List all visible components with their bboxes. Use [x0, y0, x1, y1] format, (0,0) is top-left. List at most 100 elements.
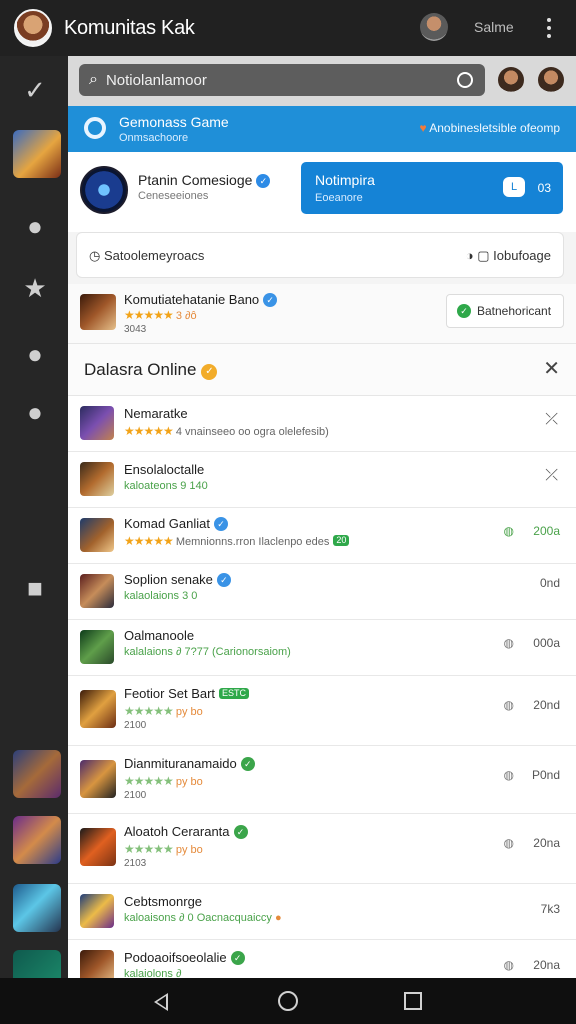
item-sub-text: py bo [175, 776, 203, 788]
item-name: Dianmituranamaido ✓ [124, 756, 255, 771]
comment-icon[interactable]: ● [13, 390, 57, 434]
user-avatar[interactable] [420, 13, 448, 41]
item-sub-text: 4 vnainseeo oo ogra olelefesib) [175, 426, 329, 438]
item-sub: ★★★★★ py bo [124, 842, 203, 856]
coin-icon: ● [274, 912, 282, 924]
app-root: Komunitas Kak Salme ✓ ● ★ ● ● ■ ⌕ Notiol… [0, 0, 576, 1024]
banner-right-text: Anobinesletsible ofeomp [429, 121, 560, 135]
item-sub: kalaolaions 3 0 [124, 590, 197, 602]
community-logo[interactable] [14, 9, 52, 47]
cta-title: Notimpira [315, 172, 375, 188]
avatar [80, 828, 116, 866]
promo-card: Ptanin Comesioge ✓ Ceneseeiones Notimpira… [68, 152, 576, 232]
game-thumbnail[interactable] [13, 750, 61, 798]
heart-icon: ♥ [419, 121, 427, 135]
clear-icon[interactable] [457, 72, 473, 88]
star-icon[interactable]: ★ [13, 266, 57, 310]
banner-subtitle: Onmsachoore [119, 132, 189, 144]
filter-left[interactable]: ◷ Satoolemeyroacs [89, 248, 204, 264]
app-title: Komunitas Kak [64, 16, 195, 39]
item-sub-text: kalaolaions 3 0 [124, 590, 198, 602]
check-icon: ✓ [457, 304, 471, 318]
status-icon: ◍ [503, 768, 514, 782]
game-thumbnail[interactable] [13, 816, 61, 864]
item-sub-text: kaloateons 9 140 [124, 480, 208, 492]
list-item[interactable]: Oalmanoole kalalaions ∂ 7?77 (Carionorsa… [68, 620, 576, 676]
item-tag: ESTC [219, 688, 250, 699]
member-avatar[interactable] [538, 67, 564, 93]
back-icon[interactable] [154, 993, 168, 1011]
list-item[interactable]: Nemaratke ★★★★★ 4 vnainseeo oo ogra olel… [68, 396, 576, 452]
item-sub-text: Memnionns.rron Ilaclenpo edes [175, 536, 330, 548]
avatar [80, 294, 116, 330]
chat-bubble-icon[interactable]: ● [13, 204, 57, 248]
filter-right-label: Iobufoage [493, 248, 551, 263]
dismiss-icon[interactable]: ⤫ [545, 411, 558, 429]
item-sub: ★★★★★ py bo [124, 704, 203, 718]
status-pill[interactable]: ✓ Batnehoricant [446, 294, 564, 328]
cta-pill: L [503, 177, 525, 197]
item-name: Nemaratke [124, 406, 188, 421]
status-icon: ◍ [503, 636, 514, 650]
filter-right[interactable]: ◑ ▢ Iobufoage [466, 248, 551, 264]
close-icon[interactable]: ✕ [543, 356, 560, 381]
search-input[interactable]: ⌕ Notiolanlamoor [79, 64, 485, 96]
home-icon[interactable] [278, 991, 298, 1011]
status-icon: ◍ [503, 836, 514, 850]
item-name: Cebtsmonrge [124, 894, 203, 909]
verified-icon: ✓ [240, 757, 255, 771]
list-item[interactable]: Aloatoh Ceraranta ✓ ★★★★★ py bo 2103 ◍ 20… [68, 814, 576, 884]
avatar [80, 630, 114, 664]
item-name-text: Feotior Set Bart [124, 686, 216, 701]
item-sub-text: kaloaisons ∂ 0 Oacnacquaiccy [124, 912, 272, 924]
item-sub: kaloaisons ∂ 0 Oacnacquaiccy ● [124, 912, 282, 924]
list-item[interactable]: Cebtsmonrge kaloaisons ∂ 0 Oacnacquaiccy… [68, 884, 576, 940]
list-item[interactable]: Podoaoifsoeolalie ✓ kalaiolons ∂ ◍ 20na [68, 940, 576, 978]
game-thumbnail[interactable] [13, 884, 61, 932]
feedback-icon[interactable]: ■ [13, 566, 57, 610]
message-icon[interactable]: ● [13, 332, 57, 376]
featured-row[interactable]: Komutiatehatanie Bano ✓ ★★★★★ 3 ∂ô 3043 ✓… [68, 284, 576, 344]
item-sub: kalaiolons ∂ [124, 968, 181, 978]
promo-cta-button[interactable]: Notimpira Eoeanore L 03 [301, 162, 563, 214]
promo-avatar[interactable] [80, 166, 128, 214]
check-icon[interactable]: ✓ [13, 68, 57, 112]
promo-name: Ptanin Comesioge ✓ [138, 172, 271, 188]
list-item[interactable]: Ensolaloctalle kaloateons 9 140 ⤫ [68, 452, 576, 508]
verified-icon: ✓ [233, 825, 248, 839]
game-thumbnail[interactable] [13, 130, 61, 178]
banner-title: Gemonass Game [119, 114, 229, 130]
cta-number: 03 [537, 181, 551, 195]
user-name[interactable]: Salme [474, 19, 514, 35]
filter-row[interactable]: ◷ Satoolemeyroacs ◑ ▢ Iobufoage [76, 232, 564, 278]
featured-sub: ★★★★★ 3 ∂ô [124, 308, 197, 322]
filter-left-label: Satoolemeyroacs [103, 248, 205, 263]
avatar [80, 406, 114, 440]
item-name-text: Komad Ganliat [124, 516, 210, 531]
item-name: Oalmanoole [124, 628, 195, 643]
item-name: Aloatoh Ceraranta ✓ [124, 824, 248, 839]
rating-stars: ★★★★★ [124, 774, 174, 788]
search-bar: ⌕ Notiolanlamoor [68, 56, 576, 106]
promo-name-text: Ptanin Comesioge [138, 172, 253, 188]
section-title-text: Dalasra Online [84, 360, 197, 379]
list-item[interactable]: Soplion senake ✓ kalaolaions 3 0 0nd [68, 564, 576, 620]
avatar [80, 950, 114, 978]
item-third: 2100 [124, 720, 147, 731]
recents-icon[interactable] [404, 992, 422, 1010]
member-avatar[interactable] [498, 67, 524, 93]
item-name: Podoaoifsoeolalie ✓ [124, 950, 245, 965]
featured-name-text: Komutiatehatanie Bano [124, 292, 260, 307]
list-item[interactable]: Komad Ganliat ✓ ★★★★★ Memnionns.rron Ilac… [68, 508, 576, 564]
item-name-text: Podoaoifsoeolalie [124, 950, 227, 965]
item-value: 20nd [533, 698, 560, 712]
info-banner[interactable]: Gemonass Game Onmsachoore ♥ Anobineslets… [68, 106, 576, 152]
item-sub: kalalaions ∂ 7?77 (Carionorsaiom) [124, 646, 291, 658]
list-item[interactable]: Dianmituranamaido ✓ ★★★★★ py bo 2100 ◍ P0… [68, 746, 576, 814]
item-value: 20na [533, 958, 560, 972]
banner-right[interactable]: ♥ Anobinesletsible ofeomp [419, 121, 560, 135]
list-item[interactable]: Feotior Set Bart ESTC ★★★★★ py bo 2100 ◍ … [68, 676, 576, 746]
more-menu-icon[interactable] [541, 14, 557, 42]
item-value: P0nd [531, 768, 560, 782]
dismiss-icon[interactable]: ⤫ [545, 467, 558, 485]
